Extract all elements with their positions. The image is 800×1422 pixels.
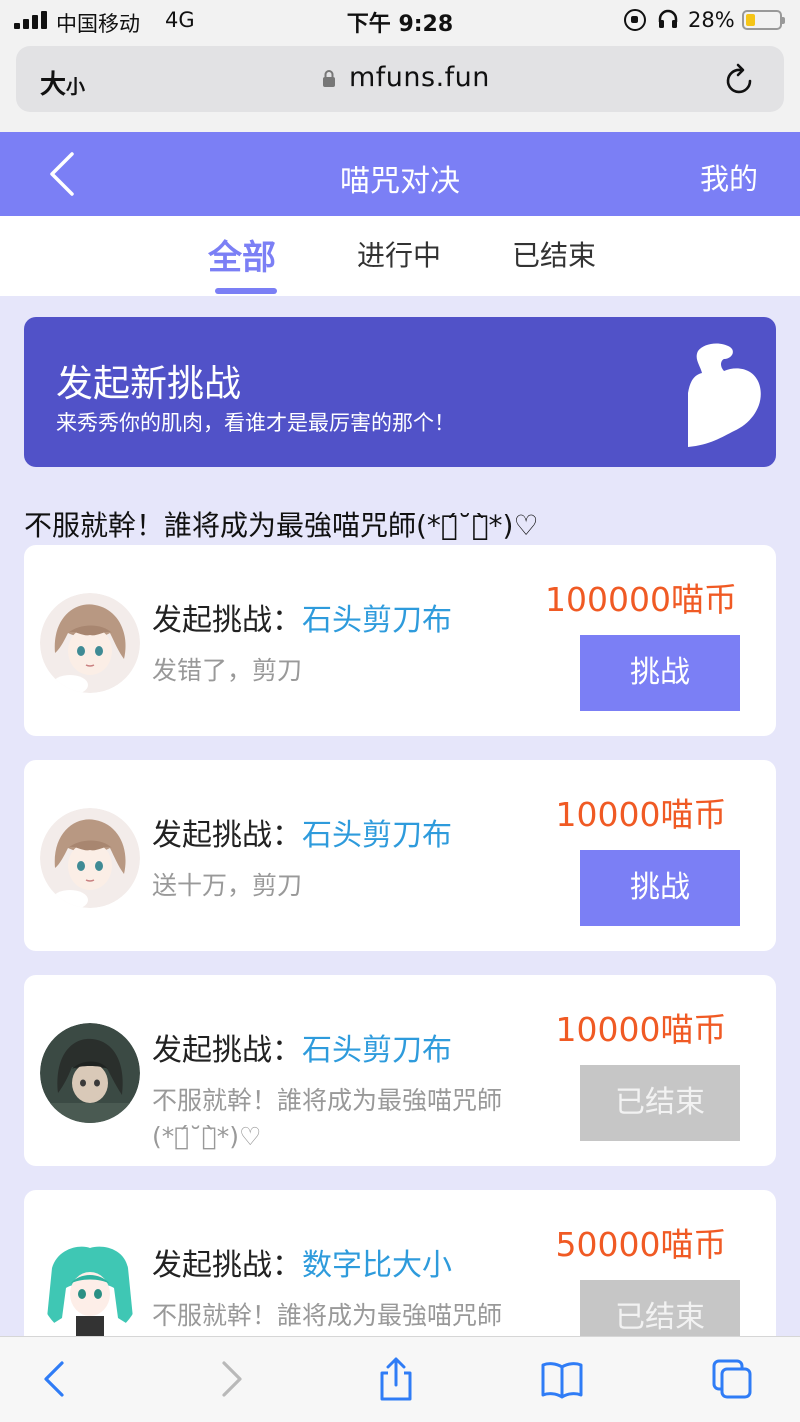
battery-percent: 28% — [688, 8, 735, 32]
user-avatar[interactable] — [40, 1238, 140, 1338]
banner-title: 发起新挑战 — [56, 362, 241, 405]
challenge-line: 发起挑战：石头剪刀布 — [152, 1025, 532, 1069]
lock-icon — [323, 70, 335, 87]
browser-address-area: 大小 mfuns.fun — [0, 40, 800, 132]
challenge-message: 发错了，剪刀 — [152, 656, 303, 685]
text-size-big-label: 大 — [40, 70, 67, 100]
challenge-card[interactable]: 发起挑战：石头剪刀布 发错了，剪刀 100000喵币 挑战 — [24, 545, 776, 736]
tab-ended[interactable]: 已结束 — [512, 234, 596, 274]
tab-in-progress[interactable]: 进行中 — [357, 234, 441, 274]
challenge-button[interactable]: 挑战 — [580, 850, 740, 926]
user-avatar[interactable] — [40, 593, 140, 693]
game-name-link[interactable]: 数字比大小 — [302, 1248, 452, 1283]
bet-amount: 10000喵币 — [555, 1010, 727, 1049]
user-avatar[interactable] — [40, 808, 140, 908]
battery-icon — [742, 10, 785, 30]
tabs-icon[interactable] — [710, 1357, 754, 1401]
filter-tabs: 全部 进行中 已结束 — [0, 216, 800, 296]
bet-amount: 10000喵币 — [555, 795, 727, 834]
challenge-prefix: 发起挑战： — [152, 1248, 302, 1283]
url-text[interactable]: mfuns.fun — [349, 62, 490, 93]
text-size-small-label: 小 — [66, 76, 86, 98]
forward-arrow-icon[interactable] — [208, 1357, 252, 1401]
bookmarks-icon[interactable] — [540, 1357, 584, 1401]
mine-link[interactable]: 我的 — [700, 156, 758, 198]
game-name-link[interactable]: 石头剪刀布 — [302, 603, 452, 638]
browser-toolbar — [0, 1336, 800, 1422]
card-info: 发起挑战：石头剪刀布 发错了，剪刀 — [152, 595, 532, 689]
challenge-line: 发起挑战：石头剪刀布 — [152, 595, 532, 639]
app-header: 喵咒对决 我的 — [0, 132, 800, 216]
new-challenge-banner[interactable]: 发起新挑战 来秀秀你的肌肉，看谁才是最厉害的那个！ — [24, 317, 776, 467]
card-info: 发起挑战：石头剪刀布 送十万，剪刀 — [152, 810, 532, 904]
back-arrow-icon[interactable] — [34, 1357, 78, 1401]
challenge-card[interactable]: 发起挑战：石头剪刀布 不服就幹！誰将成为最強喵咒師(*ค́˘ค̀*)♡ 1000… — [24, 975, 776, 1166]
bet-amount: 100000喵币 — [545, 580, 737, 619]
address-bar[interactable]: 大小 mfuns.fun — [16, 46, 784, 112]
challenge-button[interactable]: 挑战 — [580, 635, 740, 711]
challenge-line: 发起挑战：石头剪刀布 — [152, 810, 532, 854]
challenge-message: 送十万，剪刀 — [152, 871, 303, 900]
battery-fill — [746, 14, 755, 26]
game-name-link[interactable]: 石头剪刀布 — [302, 1033, 452, 1068]
banner-subtitle: 来秀秀你的肌肉，看谁才是最厉害的那个！ — [56, 411, 455, 435]
status-bar: 中国移动 4G 下午 9:28 28% — [0, 0, 800, 40]
orientation-lock-icon — [624, 9, 646, 31]
tab-all[interactable]: 全部 — [208, 230, 276, 279]
headphones-icon — [658, 9, 678, 28]
challenge-prefix: 发起挑战： — [152, 1033, 302, 1068]
reload-icon[interactable] — [724, 62, 756, 96]
challenge-prefix: 发起挑战： — [152, 603, 302, 638]
card-info: 发起挑战：石头剪刀布 不服就幹！誰将成为最強喵咒師(*ค́˘ค̀*)♡ — [152, 1025, 532, 1155]
flexed-bicep-icon — [688, 343, 761, 447]
game-name-link[interactable]: 石头剪刀布 — [302, 818, 452, 853]
challenge-line: 发起挑战：数字比大小 — [152, 1240, 532, 1284]
status-time: 下午 9:28 — [346, 12, 454, 37]
page-title: 喵咒对决 — [340, 164, 460, 199]
ended-button[interactable]: 已结束 — [580, 1065, 740, 1141]
active-tab-indicator — [215, 288, 277, 294]
slogan-text: 不服就幹！誰将成为最強喵咒師(*ค́˘ค̀*)♡ — [24, 509, 539, 542]
challenge-prefix: 发起挑战： — [152, 818, 302, 853]
challenge-message: 不服就幹！誰将成为最強喵咒師(*ค́˘ค̀*)♡ — [152, 1086, 503, 1151]
user-avatar[interactable] — [40, 1023, 140, 1123]
text-size-button[interactable]: 大小 — [40, 64, 85, 101]
bet-amount: 50000喵币 — [555, 1225, 727, 1264]
challenge-card[interactable]: 发起挑战：石头剪刀布 送十万，剪刀 10000喵币 挑战 — [24, 760, 776, 951]
share-icon[interactable] — [374, 1357, 418, 1401]
